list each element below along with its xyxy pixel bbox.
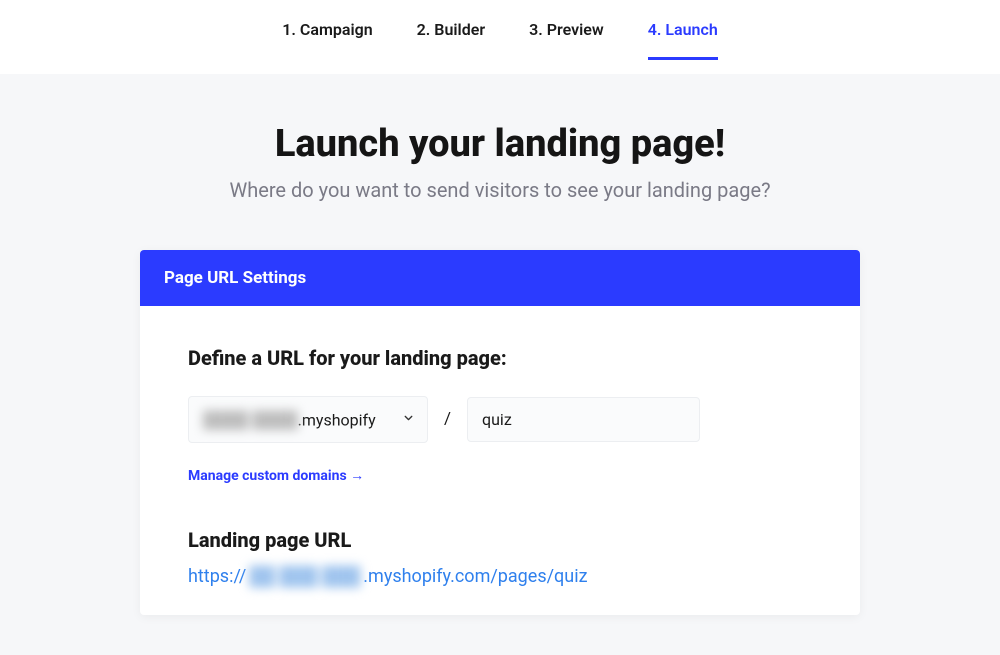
url-separator: / [444, 409, 451, 429]
chevron-down-icon [402, 410, 415, 429]
url-redacted: ██ ███ ███ [246, 566, 363, 587]
landing-url-value[interactable]: https://██ ███ ███.myshopify.com/pages/q… [188, 566, 812, 587]
domain-select[interactable]: ████ ████.myshopify [188, 396, 428, 443]
manage-custom-domains-link[interactable]: Manage custom domains → [188, 467, 364, 484]
define-url-label: Define a URL for your landing page: [188, 346, 812, 370]
domain-suffix: .myshopify [298, 410, 376, 429]
landing-url-label: Landing page URL [188, 528, 812, 552]
step-campaign[interactable]: 1. Campaign [282, 20, 372, 60]
step-launch[interactable]: 4. Launch [648, 20, 718, 60]
card-header: Page URL Settings [140, 250, 860, 306]
page-title: Launch your landing page! [0, 122, 1000, 166]
step-preview[interactable]: 3. Preview [529, 20, 604, 60]
url-suffix: .myshopify.com/pages/quiz [363, 566, 587, 587]
step-builder[interactable]: 2. Builder [417, 20, 485, 60]
url-settings-card: Page URL Settings Define a URL for your … [140, 250, 860, 615]
stepper-nav: 1. Campaign 2. Builder 3. Preview 4. Lau… [0, 0, 1000, 74]
domain-redacted: ████ ████ [203, 410, 298, 430]
page-subtitle: Where do you want to send visitors to se… [0, 178, 1000, 202]
slug-input[interactable] [467, 397, 700, 442]
url-protocol: https:// [188, 566, 246, 587]
